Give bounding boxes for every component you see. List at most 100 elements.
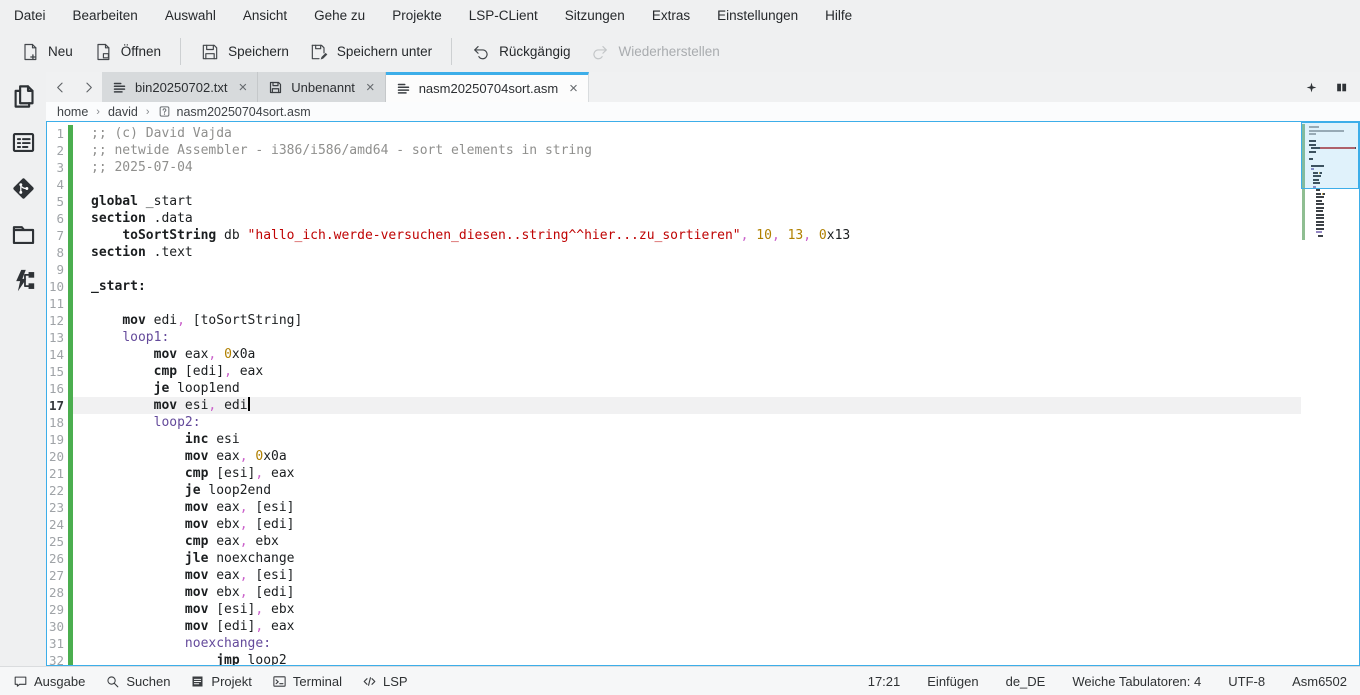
code-line[interactable]: 15 cmp [edi], eax — [47, 363, 1359, 380]
line-number[interactable]: 21 — [47, 465, 68, 482]
line-number[interactable]: 12 — [47, 312, 68, 329]
code-line[interactable]: 6section .data — [47, 210, 1359, 227]
close-tab-icon[interactable]: × — [569, 81, 578, 96]
speichern-button[interactable]: Speichern — [190, 36, 299, 68]
code-line[interactable]: 2;; netwide Assembler - i386/i586/amd64 … — [47, 142, 1359, 159]
code-line[interactable]: 1;; (c) David Vajda — [47, 125, 1359, 142]
line-number[interactable]: 16 — [47, 380, 68, 397]
code-line[interactable]: 3;; 2025-07-04 — [47, 159, 1359, 176]
line-number[interactable]: 22 — [47, 482, 68, 499]
line-number[interactable]: 28 — [47, 584, 68, 601]
line-number[interactable]: 32 — [47, 652, 68, 666]
tab-mode[interactable]: Weiche Tabulatoren: 4 — [1072, 674, 1201, 689]
line-number[interactable]: 31 — [47, 635, 68, 652]
code-line[interactable]: 30 mov [edi], eax — [47, 618, 1359, 635]
tab-nasm20250704sort-asm[interactable]: nasm20250704sort.asm× — [386, 72, 589, 102]
menu-auswahl[interactable]: Auswahl — [165, 8, 216, 23]
neu-button[interactable]: Neu — [10, 36, 83, 68]
ffnen-button[interactable]: Öffnen — [83, 36, 171, 68]
code-line[interactable]: 10_start: — [47, 278, 1359, 295]
line-number[interactable]: 17 — [47, 397, 68, 414]
menu-gehe-zu[interactable]: Gehe zu — [314, 8, 365, 23]
pin-button[interactable] — [1305, 81, 1318, 94]
code-line[interactable]: 29 mov [esi], ebx — [47, 601, 1359, 618]
sidebar-tool-symbols-list[interactable] — [10, 129, 37, 156]
tab-unbenannt[interactable]: Unbenannt× — [258, 72, 385, 102]
menu-ansicht[interactable]: Ansicht — [243, 8, 287, 23]
code-line[interactable]: 12 mov edi, [toSortString] — [47, 312, 1359, 329]
code-line[interactable]: 20 mov eax, 0x0a — [47, 448, 1359, 465]
statusbar-suchen-button[interactable]: Suchen — [105, 674, 170, 689]
code-line[interactable]: 24 mov ebx, [edi] — [47, 516, 1359, 533]
menu-sitzungen[interactable]: Sitzungen — [565, 8, 625, 23]
line-number[interactable]: 24 — [47, 516, 68, 533]
code-line[interactable]: 5global _start — [47, 193, 1359, 210]
line-number[interactable]: 29 — [47, 601, 68, 618]
line-number[interactable]: 11 — [47, 295, 68, 312]
line-number[interactable]: 30 — [47, 618, 68, 635]
statusbar-ausgabe-button[interactable]: Ausgabe — [13, 674, 85, 689]
dictionary[interactable]: de_DE — [1006, 674, 1046, 689]
breadcrumb-segment[interactable]: home — [57, 105, 88, 119]
code-line[interactable]: 4 — [47, 176, 1359, 193]
line-number[interactable]: 23 — [47, 499, 68, 516]
code-area[interactable]: 1;; (c) David Vajda2;; netwide Assembler… — [47, 122, 1359, 666]
speichern-unter-button[interactable]: Speichern unter — [299, 36, 442, 68]
tabs-scroll-right-button[interactable] — [74, 72, 102, 102]
line-number[interactable]: 6 — [47, 210, 68, 227]
line-number[interactable]: 5 — [47, 193, 68, 210]
code-line[interactable]: 17 mov esi, edi — [47, 397, 1359, 414]
cursor-position[interactable]: 17:21 — [868, 674, 901, 689]
menu-bearbeiten[interactable]: Bearbeiten — [73, 8, 138, 23]
statusbar-lsp-button[interactable]: LSP — [362, 674, 408, 689]
sidebar-tool-git[interactable] — [10, 175, 37, 202]
line-number[interactable]: 2 — [47, 142, 68, 159]
tabs-scroll-left-button[interactable] — [46, 72, 74, 102]
line-number[interactable]: 4 — [47, 176, 68, 193]
code-line[interactable]: 18 loop2: — [47, 414, 1359, 431]
line-number[interactable]: 27 — [47, 567, 68, 584]
encoding[interactable]: UTF-8 — [1228, 674, 1265, 689]
minimap-viewport[interactable] — [1301, 122, 1359, 189]
line-number[interactable]: 3 — [47, 159, 68, 176]
code-line[interactable]: 25 cmp eax, ebx — [47, 533, 1359, 550]
code-line[interactable]: 11 — [47, 295, 1359, 312]
line-number[interactable]: 13 — [47, 329, 68, 346]
code-line[interactable]: 9 — [47, 261, 1359, 278]
code-line[interactable]: 28 mov ebx, [edi] — [47, 584, 1359, 601]
menu-datei[interactable]: Datei — [14, 8, 46, 23]
menu-extras[interactable]: Extras — [652, 8, 690, 23]
breadcrumb-segment[interactable]: nasm20250704sort.asm — [158, 105, 311, 119]
statusbar-terminal-button[interactable]: Terminal — [272, 674, 342, 689]
line-number[interactable]: 15 — [47, 363, 68, 380]
code-line[interactable]: 14 mov eax, 0x0a — [47, 346, 1359, 363]
menu-projekte[interactable]: Projekte — [392, 8, 442, 23]
line-number[interactable]: 26 — [47, 550, 68, 567]
syntax-mode[interactable]: Asm6502 — [1292, 674, 1347, 689]
code-line[interactable]: 7 toSortString db "hallo_ich.werde-versu… — [47, 227, 1359, 244]
line-number[interactable]: 18 — [47, 414, 68, 431]
line-number[interactable]: 1 — [47, 125, 68, 142]
minimap-scrollbar[interactable] — [1301, 122, 1359, 665]
code-line[interactable]: 23 mov eax, [esi] — [47, 499, 1359, 516]
line-number[interactable]: 14 — [47, 346, 68, 363]
statusbar-projekt-button[interactable]: Projekt — [190, 674, 251, 689]
menu-hilfe[interactable]: Hilfe — [825, 8, 852, 23]
close-tab-icon[interactable]: × — [366, 80, 375, 95]
close-tab-icon[interactable]: × — [239, 80, 248, 95]
code-line[interactable]: 21 cmp [esi], eax — [47, 465, 1359, 482]
line-number[interactable]: 10 — [47, 278, 68, 295]
tab-bin20250702-txt[interactable]: bin20250702.txt× — [102, 72, 258, 102]
code-line[interactable]: 27 mov eax, [esi] — [47, 567, 1359, 584]
line-number[interactable]: 8 — [47, 244, 68, 261]
line-number[interactable]: 25 — [47, 533, 68, 550]
code-line[interactable]: 19 inc esi — [47, 431, 1359, 448]
line-number[interactable]: 7 — [47, 227, 68, 244]
menu-lsp-client[interactable]: LSP-CLient — [469, 8, 538, 23]
code-line[interactable]: 32 jmp loop2 — [47, 652, 1359, 666]
sidebar-tool-documents[interactable] — [10, 83, 37, 110]
editor-view[interactable]: 1;; (c) David Vajda2;; netwide Assembler… — [46, 121, 1360, 666]
split-view-button[interactable] — [1335, 81, 1348, 94]
code-line[interactable]: 16 je loop1end — [47, 380, 1359, 397]
code-line[interactable]: 8section .text — [47, 244, 1359, 261]
